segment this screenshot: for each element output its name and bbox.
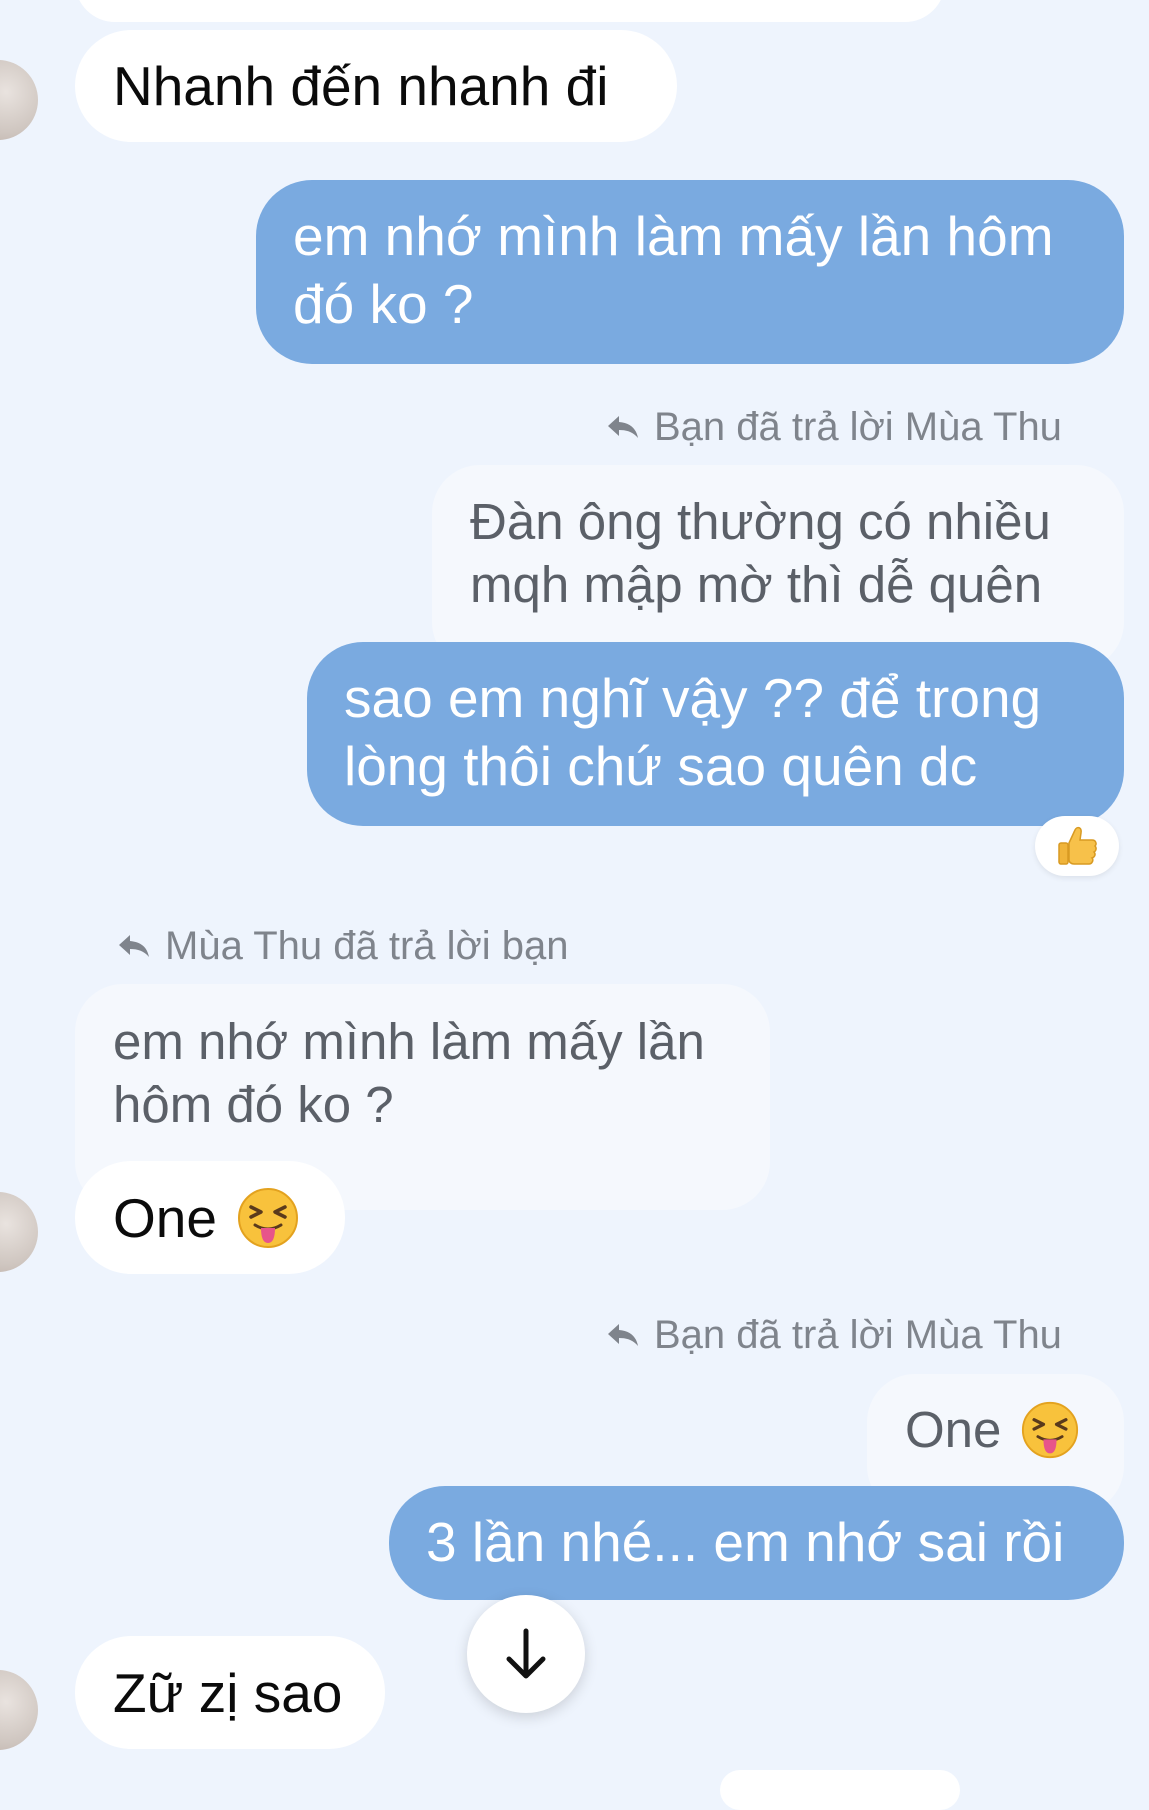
reply-arrow-icon (608, 416, 638, 438)
message-bubble-incoming[interactable]: One (75, 1161, 345, 1274)
message-bubble-outgoing[interactable]: em nhớ mình làm mấy lần hôm đó ko ? (256, 180, 1124, 364)
scroll-to-bottom-button[interactable] (467, 1595, 585, 1713)
message-text: Zữ zị sao (113, 1662, 343, 1724)
message-bubble-outgoing[interactable]: sao em nghĩ vậy ?? để trong lòng thôi ch… (307, 642, 1124, 826)
message-text: 3 lần nhé... em nhớ sai rồi (426, 1511, 1065, 1573)
reply-indicator: Mùa Thu đã trả lời bạn (117, 922, 569, 970)
quoted-text-line: Đàn ông thường có nhiều (470, 493, 1051, 550)
reply-note-text: Bạn đã trả lời Mùa Thu (654, 405, 1062, 449)
reply-note-text: Mùa Thu đã trả lời bạn (165, 924, 569, 968)
avatar[interactable] (0, 60, 38, 140)
avatar[interactable] (0, 1192, 38, 1272)
message-bubble-incoming[interactable]: Zữ zị sao (75, 1636, 385, 1749)
thumbs-up-icon (1058, 826, 1097, 865)
quoted-text-line: em nhớ mình làm mấy lần (113, 1013, 705, 1070)
squinting-tongue-face-icon (237, 1188, 298, 1248)
message-text-line: sao em nghĩ vậy ?? để trong (344, 667, 1042, 729)
quoted-text-line: hôm đó ko ? (113, 1076, 394, 1133)
reply-indicator: Bạn đã trả lời Mùa Thu (606, 1311, 1062, 1359)
quoted-text: One (905, 1401, 1002, 1458)
previous-message-partial (75, 0, 945, 22)
message-text-line: em nhớ mình làm mấy lần hôm (293, 205, 1054, 267)
reply-note-text: Bạn đã trả lời Mùa Thu (654, 1313, 1062, 1357)
message-text: One (113, 1187, 217, 1249)
message-bubble-outgoing[interactable]: 3 lần nhé... em nhớ sai rồi (389, 1486, 1124, 1600)
squinting-tongue-face-icon (1022, 1401, 1079, 1459)
avatar[interactable] (0, 1670, 38, 1750)
message-text-line: đó ko ? (293, 273, 474, 335)
quoted-text-line: mqh mập mờ thì dễ quên (470, 556, 1043, 613)
message-text: Nhanh đến nhanh đi (113, 55, 609, 117)
arrow-down-icon (506, 1628, 546, 1679)
reaction-badge[interactable] (1035, 816, 1119, 876)
reply-indicator: Bạn đã trả lời Mùa Thu (606, 403, 1062, 451)
message-text-line: lòng thôi chứ sao quên dc (344, 735, 978, 797)
reply-arrow-icon (608, 1324, 638, 1346)
message-bubble-incoming[interactable]: Nhanh đến nhanh đi (75, 30, 677, 142)
bottom-message-partial (720, 1770, 960, 1810)
reply-arrow-icon (119, 935, 149, 957)
quoted-message[interactable]: Đàn ông thường có nhiều mqh mập mờ thì d… (432, 465, 1124, 670)
